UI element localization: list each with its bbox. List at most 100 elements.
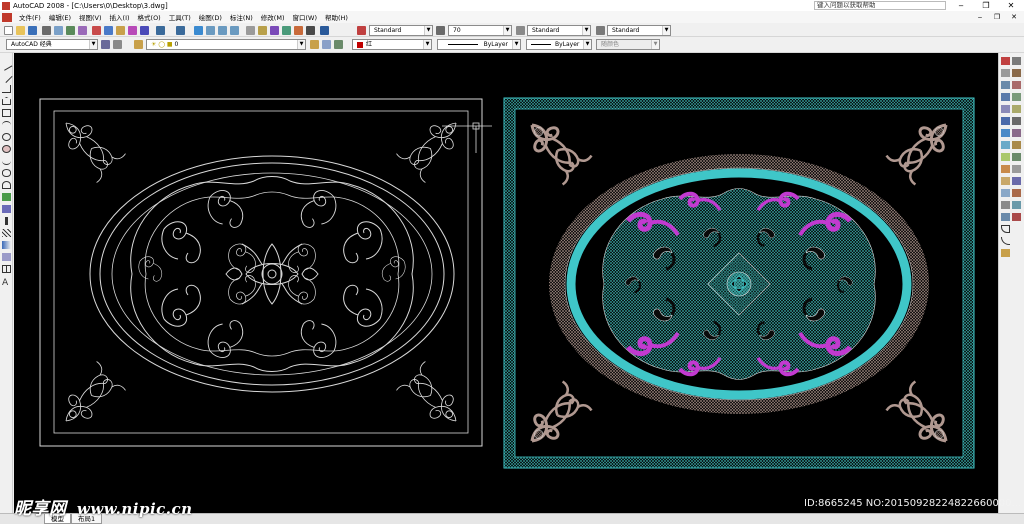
publish-icon[interactable] — [66, 26, 75, 35]
print-preview-icon[interactable] — [54, 26, 63, 35]
stretch-icon[interactable] — [1001, 153, 1010, 161]
sheet-set-icon[interactable] — [282, 26, 291, 35]
zoom-previous-icon[interactable] — [230, 26, 239, 35]
menu-insert[interactable]: 插入(I) — [106, 12, 134, 22]
layer-state-icon[interactable] — [334, 40, 343, 49]
snap-perpendicular-icon[interactable] — [1012, 141, 1021, 149]
text-style-select[interactable]: Standard ▼ — [369, 25, 433, 36]
snap-intersection-icon[interactable] — [1012, 93, 1021, 101]
polyline-icon[interactable] — [2, 85, 11, 93]
text-height-select[interactable]: 70 ▼ — [448, 25, 512, 36]
extend-icon[interactable] — [1001, 177, 1010, 185]
menu-window[interactable]: 窗口(W) — [288, 12, 321, 22]
join-icon[interactable] — [1001, 213, 1010, 221]
snap-midpoint-icon[interactable] — [1012, 81, 1021, 89]
match-properties-icon[interactable] — [128, 26, 137, 35]
print-icon[interactable] — [42, 26, 51, 35]
rotate-icon[interactable] — [1001, 129, 1010, 137]
workspace-settings-icon[interactable] — [101, 40, 110, 49]
ellipse-icon[interactable] — [2, 169, 11, 177]
design-center-icon[interactable] — [258, 26, 267, 35]
move-icon[interactable] — [1001, 117, 1010, 125]
menu-edit[interactable]: 编辑(E) — [45, 12, 75, 22]
pan-icon[interactable] — [194, 26, 203, 35]
rectangle-icon[interactable] — [2, 109, 11, 117]
redo-icon[interactable] — [176, 26, 185, 35]
doc-restore-button[interactable]: ❐ — [992, 12, 1002, 22]
text-style-icon[interactable] — [357, 26, 366, 35]
scale-icon[interactable] — [1001, 141, 1010, 149]
3d-publish-icon[interactable] — [78, 26, 87, 35]
layer-previous-icon[interactable] — [322, 40, 331, 49]
help-search-input[interactable]: 键入问题以获取帮助 — [814, 1, 946, 10]
doc-close-button[interactable]: ✕ — [1009, 12, 1019, 22]
document-icon[interactable] — [2, 12, 12, 22]
tool-palettes-icon[interactable] — [270, 26, 279, 35]
chamfer-icon[interactable] — [1001, 225, 1010, 233]
fillet-icon[interactable] — [1001, 237, 1010, 245]
lineweight-select[interactable]: ByLayer ▼ — [526, 39, 592, 50]
menu-draw[interactable]: 绘图(D) — [195, 12, 226, 22]
menu-format[interactable]: 格式(O) — [134, 12, 165, 22]
make-block-icon[interactable] — [2, 205, 11, 213]
circle-icon[interactable] — [2, 133, 11, 141]
zoom-window-icon[interactable] — [218, 26, 227, 35]
workspace-select[interactable]: AutoCAD 经典 ▼ — [6, 39, 98, 50]
paste-icon[interactable] — [116, 26, 125, 35]
snap-nearest-icon[interactable] — [1012, 189, 1021, 197]
trim-icon[interactable] — [1001, 165, 1010, 173]
osnap-settings-icon[interactable] — [1012, 213, 1021, 221]
autocad-app-icon[interactable] — [2, 1, 10, 10]
snap-none-icon[interactable] — [1012, 201, 1021, 209]
array-icon[interactable] — [1001, 105, 1010, 113]
dimension-style-select[interactable]: Standard ▼ — [527, 25, 591, 36]
save-icon[interactable] — [28, 26, 37, 35]
snap-node-icon[interactable] — [1012, 177, 1021, 185]
gradient-icon[interactable] — [2, 241, 11, 249]
table-style-icon[interactable] — [596, 26, 605, 35]
save-workspace-icon[interactable] — [113, 40, 122, 49]
break-at-point-icon[interactable] — [1001, 189, 1010, 197]
help-icon[interactable] — [320, 26, 329, 35]
menu-file[interactable]: 文件(F) — [15, 12, 45, 22]
break-icon[interactable] — [1001, 201, 1010, 209]
layer-select[interactable]: ☀ ◯ ■ 0 ▼ — [146, 39, 306, 50]
calculator-icon[interactable] — [306, 26, 315, 35]
construction-line-icon[interactable] — [0, 70, 13, 84]
copy-object-icon[interactable] — [1001, 69, 1010, 77]
linetype-select[interactable]: ByLayer ▼ — [437, 39, 521, 50]
block-editor-icon[interactable] — [140, 26, 149, 35]
insert-block-icon[interactable] — [2, 193, 11, 201]
menu-dimension[interactable]: 标注(N) — [226, 12, 257, 22]
spline-icon[interactable] — [2, 157, 11, 165]
layer-manager-icon[interactable] — [134, 40, 143, 49]
snap-quadrant-icon[interactable] — [1012, 117, 1021, 125]
undo-icon[interactable] — [156, 26, 165, 35]
hatch-icon[interactable] — [2, 229, 11, 237]
snap-tangent-icon[interactable] — [1012, 129, 1021, 137]
snap-insert-icon[interactable] — [1012, 165, 1021, 173]
object-snap-icon[interactable] — [1012, 57, 1021, 65]
explode-icon[interactable] — [1001, 249, 1010, 257]
menu-modify[interactable]: 修改(M) — [257, 12, 289, 22]
mirror-icon[interactable] — [1001, 81, 1010, 89]
close-button[interactable]: ✕ — [1000, 0, 1022, 11]
menu-help[interactable]: 帮助(H) — [321, 12, 352, 22]
open-file-icon[interactable] — [16, 26, 25, 35]
doc-minimize-button[interactable]: ‒ — [975, 12, 985, 22]
color-select[interactable]: 红 ▼ — [352, 39, 432, 50]
drawing-canvas[interactable] — [14, 53, 998, 513]
region-icon[interactable] — [2, 253, 11, 261]
snap-endpoint-icon[interactable] — [1012, 69, 1021, 77]
copy-icon[interactable] — [104, 26, 113, 35]
properties-icon[interactable] — [246, 26, 255, 35]
line-icon[interactable] — [0, 59, 13, 71]
revision-cloud-icon[interactable] — [2, 145, 11, 153]
new-file-icon[interactable] — [4, 26, 13, 35]
menu-tools[interactable]: 工具(T) — [165, 12, 195, 22]
table-icon[interactable] — [2, 265, 11, 273]
point-icon[interactable] — [5, 217, 8, 225]
offset-icon[interactable] — [1001, 93, 1010, 101]
multiline-text-icon[interactable]: A — [2, 279, 11, 288]
ellipse-arc-icon[interactable] — [2, 181, 11, 189]
